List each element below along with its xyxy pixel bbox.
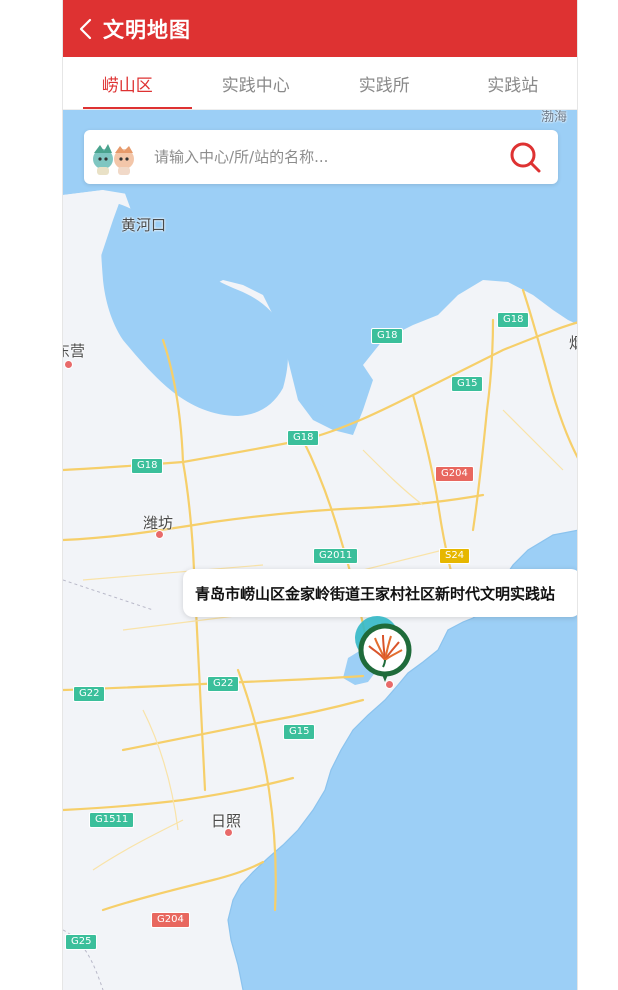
back-button[interactable] — [69, 0, 103, 57]
highway-shield: G22 — [73, 686, 106, 702]
highway-shield: G18 — [497, 312, 530, 328]
highway-shield: G18 — [287, 430, 320, 446]
sea-label: 渤海 — [541, 110, 568, 125]
highway-shield: G18 — [371, 328, 404, 344]
city-dot — [64, 360, 73, 369]
tab-practice-center[interactable]: 实践中心 — [192, 57, 321, 109]
city-dot — [155, 530, 164, 539]
place-label: 黄河口 — [121, 216, 167, 234]
tab-practice-station[interactable]: 实践站 — [449, 57, 578, 109]
highway-shield: G22 — [207, 676, 240, 692]
highway-shield: G18 — [131, 458, 164, 474]
highway-shield: G1511 — [89, 812, 135, 828]
search-button[interactable] — [500, 132, 550, 182]
city-dot — [224, 828, 233, 837]
chevron-left-icon — [79, 18, 92, 39]
station-pin-icon[interactable] — [351, 616, 415, 688]
search-icon — [510, 142, 541, 173]
tab-laoshan[interactable]: 崂山区 — [63, 57, 192, 109]
station-popup[interactable]: 青岛市崂山区金家岭街道王家村社区新时代文明实践站 — [183, 569, 577, 617]
highway-shield: G15 — [451, 376, 484, 392]
place-label: 烟 — [569, 332, 577, 353]
tab-practice-institute[interactable]: 实践所 — [320, 57, 449, 109]
map-view[interactable]: 黄河口 东营 潍坊 日照 渤海 烟 G18 G18 G18 G15 G15 G2… — [63, 110, 577, 990]
highway-shield: G2011 — [313, 548, 359, 564]
mascot-icon — [93, 144, 134, 175]
search-bar — [84, 130, 558, 184]
tab-bar: 崂山区 实践中心 实践所 实践站 — [63, 57, 577, 110]
highway-shield: S24 — [439, 548, 471, 564]
search-input[interactable] — [152, 147, 500, 167]
highway-shield: G204 — [435, 466, 474, 482]
phone-frame: 文明地图 崂山区 实践中心 实践所 实践站 黄河口 营 潍坊 日照 渤海 G18… — [62, 0, 578, 990]
place-label: 东营 — [63, 342, 86, 360]
highway-shield: G25 — [65, 934, 98, 950]
highway-shield: G204 — [151, 912, 190, 928]
page-title: 文明地图 — [103, 17, 191, 42]
highway-shield: G15 — [283, 724, 316, 740]
app-header: 文明地图 — [63, 0, 577, 57]
